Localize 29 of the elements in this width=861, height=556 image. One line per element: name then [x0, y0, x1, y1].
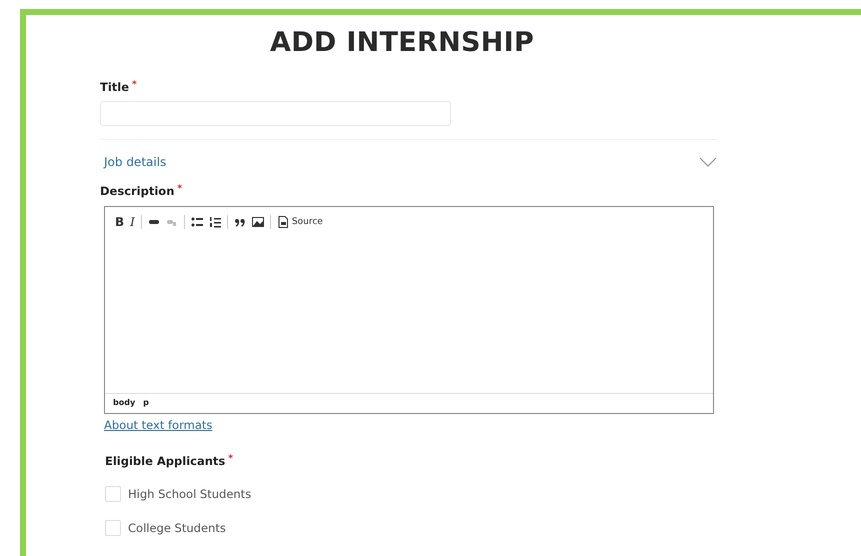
checkbox-label: High School Students: [128, 487, 252, 501]
required-mark: *: [132, 80, 137, 90]
quote-button[interactable]: [234, 216, 246, 228]
bold-button[interactable]: B: [115, 215, 124, 229]
text-formats-link[interactable]: About text formats: [104, 418, 212, 432]
checkbox[interactable]: [105, 520, 121, 536]
element-path-item[interactable]: body: [113, 398, 136, 409]
section-toggle[interactable]: Job details: [100, 140, 717, 184]
element-path-item[interactable]: p: [143, 398, 149, 409]
text-editor[interactable]: B I Source body p: [104, 206, 714, 414]
page-title: ADD INTERNSHIP: [269, 26, 536, 60]
image-icon: [252, 216, 264, 228]
chevron-icon: [699, 157, 717, 167]
bulleted-list-icon: [190, 216, 203, 228]
field-label: Description: [100, 184, 174, 198]
bullets-button[interactable]: [190, 216, 203, 228]
checkbox[interactable]: [105, 486, 121, 502]
document-icon: [276, 216, 289, 228]
field-label: Eligible Applicants: [105, 454, 226, 468]
image-button[interactable]: [252, 216, 264, 228]
checkbox-label: College Students: [128, 521, 226, 535]
numbered-list-icon: [208, 216, 221, 228]
required-mark: *: [177, 184, 182, 194]
field-label: Title: [100, 80, 130, 94]
quote-icon: [234, 216, 246, 228]
numbers-button[interactable]: [208, 216, 221, 228]
required-mark: *: [228, 454, 233, 464]
italic-button[interactable]: I: [130, 215, 135, 229]
source-button[interactable]: Source: [276, 216, 323, 228]
